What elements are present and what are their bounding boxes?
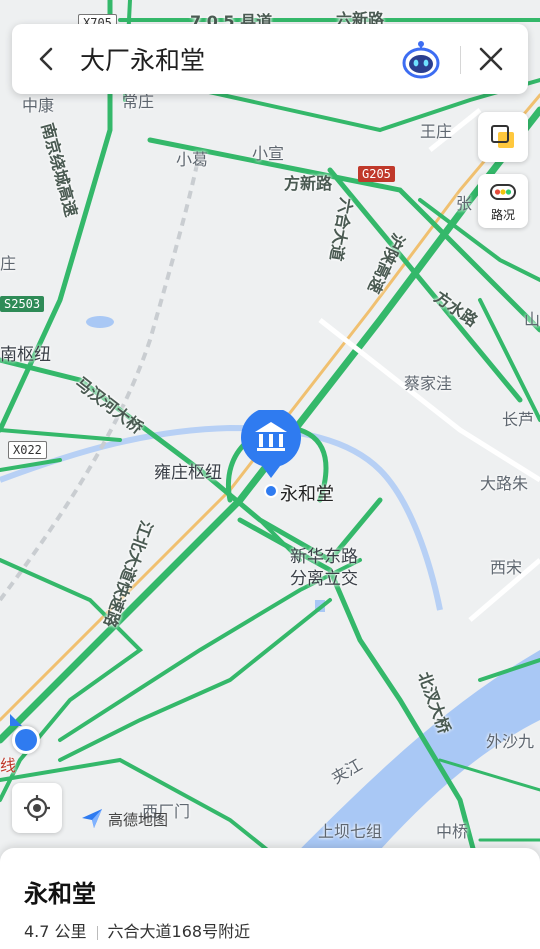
road-label: 方新路 [284, 174, 333, 193]
place-label: 分离立交 [290, 569, 358, 589]
place-label: 中桥 [436, 822, 469, 841]
assistant-robot-icon[interactable] [400, 38, 442, 80]
search-query[interactable]: 大厂永和堂 [80, 41, 205, 77]
place-title: 永和堂 [24, 880, 96, 908]
road-shield-x022: X022 [8, 441, 47, 459]
layers-icon [491, 125, 514, 148]
place-label: 雍庄枢纽 [154, 463, 222, 483]
place-label: 山 [524, 310, 540, 329]
search-divider [460, 46, 461, 74]
place-label: 南枢纽 [0, 345, 51, 365]
place-address: 六合大道168号附近 [107, 922, 251, 941]
crosshair-icon [24, 795, 50, 821]
traffic-label: 路况 [490, 208, 515, 222]
place-label: 张 [456, 194, 473, 213]
close-icon[interactable] [474, 42, 508, 76]
place-label: 大路朱 [480, 474, 529, 493]
place-label: 线 [0, 756, 17, 775]
place-meta: 4.7 公里 六合大道168号附近 [24, 918, 250, 942]
back-arrow-icon[interactable] [30, 42, 64, 76]
layers-button[interactable] [478, 112, 528, 162]
poi-dot [264, 484, 278, 498]
place-label: 西宋 [490, 558, 523, 577]
traffic-button[interactable]: 路况 [478, 174, 528, 228]
place-label: 外沙九 [486, 732, 535, 751]
place-label: 王庄 [420, 122, 453, 141]
locate-button[interactable] [12, 783, 62, 833]
place-label: 蔡家洼 [404, 374, 453, 393]
traffic-light-icon [490, 184, 516, 200]
amap-logo-icon [82, 809, 102, 828]
place-card[interactable]: 永和堂 4.7 公里 六合大道168号附近 [0, 848, 540, 949]
search-bar[interactable]: 大厂永和堂 [12, 24, 528, 94]
place-label: 庄 [0, 254, 17, 273]
place-label: 长芦 [502, 410, 535, 429]
poi-name[interactable]: 永和堂 [280, 480, 334, 506]
place-label: 小宣 [252, 144, 285, 163]
my-location-dot [12, 726, 40, 754]
meta-divider [96, 925, 98, 940]
place-label: 中康 [22, 96, 55, 115]
place-label: 上坝七组 [318, 822, 383, 841]
brand-name: 高德地图 [108, 811, 169, 829]
place-distance: 4.7 公里 [24, 922, 87, 941]
place-label: 小葛 [176, 150, 209, 169]
poi-marker-icon[interactable] [240, 410, 302, 480]
road-shield-s2503: S2503 [0, 296, 45, 312]
road-shield-g205: G205 [358, 166, 395, 182]
